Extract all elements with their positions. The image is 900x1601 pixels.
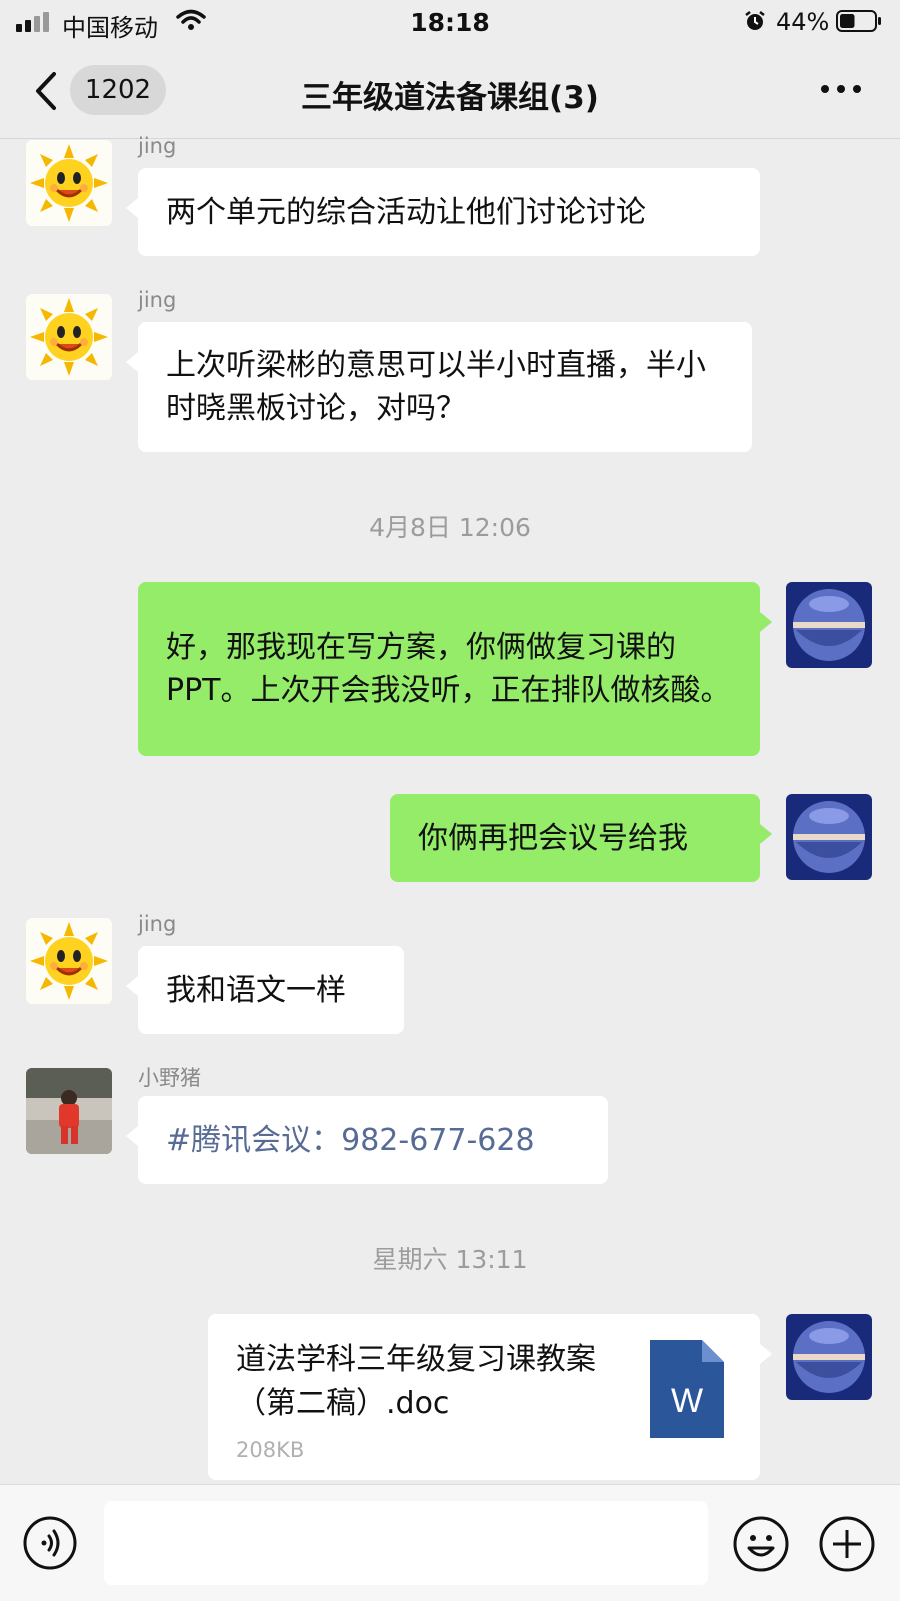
- avatar-self[interactable]: [786, 1314, 872, 1400]
- message-input[interactable]: [104, 1501, 708, 1585]
- message-bubble-incoming[interactable]: #腾讯会议：982-677-628: [138, 1096, 608, 1184]
- bubble-tail: [760, 1344, 772, 1364]
- sender-name: jing: [138, 912, 177, 936]
- message-text: 好，那我现在写方案，你俩做复习课的PPT。上次开会我没听，正在排队做核酸。: [166, 630, 731, 708]
- word-doc-icon: W: [650, 1340, 724, 1438]
- chat-title: 三年级道法备课组(3): [301, 80, 599, 116]
- message-text: 我和语文一样: [166, 972, 346, 1008]
- meeting-link[interactable]: #腾讯会议：982-677-628: [166, 1119, 535, 1162]
- battery-percent: 44%: [776, 8, 830, 36]
- alarm-icon: [745, 11, 765, 30]
- sun-avatar-icon: [26, 918, 112, 1004]
- message-bubble-incoming[interactable]: 我和语文一样: [138, 946, 404, 1034]
- bubble-tail: [760, 612, 772, 632]
- message-text: 上次听梁彬的意思可以半小时直播，半小时晓黑板讨论，对吗？: [166, 348, 706, 426]
- voice-icon[interactable]: [22, 1515, 78, 1571]
- bubble-tail: [126, 352, 138, 372]
- message-bubble-incoming[interactable]: 上次听梁彬的意思可以半小时直播，半小时晓黑板讨论，对吗？: [138, 322, 752, 452]
- bubble-tail: [126, 976, 138, 996]
- more-dots-icon[interactable]: [818, 78, 864, 100]
- globe-avatar-icon: [786, 1314, 872, 1400]
- word-doc-letter: W: [671, 1382, 703, 1420]
- battery-icon: [836, 10, 881, 32]
- avatar-sun[interactable]: [26, 140, 112, 226]
- avatar-photo[interactable]: [26, 1068, 112, 1154]
- globe-avatar-icon: [786, 794, 872, 880]
- sun-avatar-icon: [26, 140, 112, 226]
- status-bar: 中国移动 18:18 44%: [0, 0, 900, 44]
- input-toolbar: [0, 1484, 900, 1601]
- plus-icon[interactable]: [818, 1515, 876, 1573]
- globe-avatar-icon: [786, 582, 872, 668]
- message-timestamp: 星期六 13:11: [372, 1245, 528, 1274]
- bubble-tail: [126, 198, 138, 218]
- message-bubble-outgoing[interactable]: 好，那我现在写方案，你俩做复习课的PPT。上次开会我没听，正在排队做核酸。: [138, 582, 760, 756]
- bubble-tail: [126, 1126, 138, 1146]
- file-message-card[interactable]: 道法学科三年级复习课教案（第二稿）.doc 208KB W: [208, 1314, 760, 1480]
- message-text: 两个单元的综合活动让他们讨论讨论: [166, 194, 646, 230]
- sender-name: jing: [138, 288, 177, 312]
- child-photo-avatar-icon: [26, 1068, 112, 1154]
- chat-header: 1202 三年级道法备课组(3): [0, 52, 900, 139]
- avatar-self[interactable]: [786, 794, 872, 880]
- sender-name: 小野猪: [138, 1066, 201, 1090]
- emoji-icon[interactable]: [732, 1515, 790, 1573]
- message-bubble-outgoing[interactable]: 你俩再把会议号给我: [390, 794, 760, 882]
- bubble-tail: [760, 824, 772, 844]
- avatar-self[interactable]: [786, 582, 872, 668]
- avatar-sun[interactable]: [26, 918, 112, 1004]
- file-size: 208KB: [236, 1438, 305, 1462]
- sender-name: jing: [138, 134, 177, 158]
- file-name: 道法学科三年级复习课教案（第二稿）.doc: [236, 1342, 596, 1421]
- message-text: 你俩再把会议号给我: [418, 820, 688, 856]
- message-timestamp: 4月8日 12:06: [369, 513, 531, 542]
- sun-avatar-icon: [26, 294, 112, 380]
- message-bubble-incoming[interactable]: 两个单元的综合活动让他们讨论讨论: [138, 168, 760, 256]
- avatar-sun[interactable]: [26, 294, 112, 380]
